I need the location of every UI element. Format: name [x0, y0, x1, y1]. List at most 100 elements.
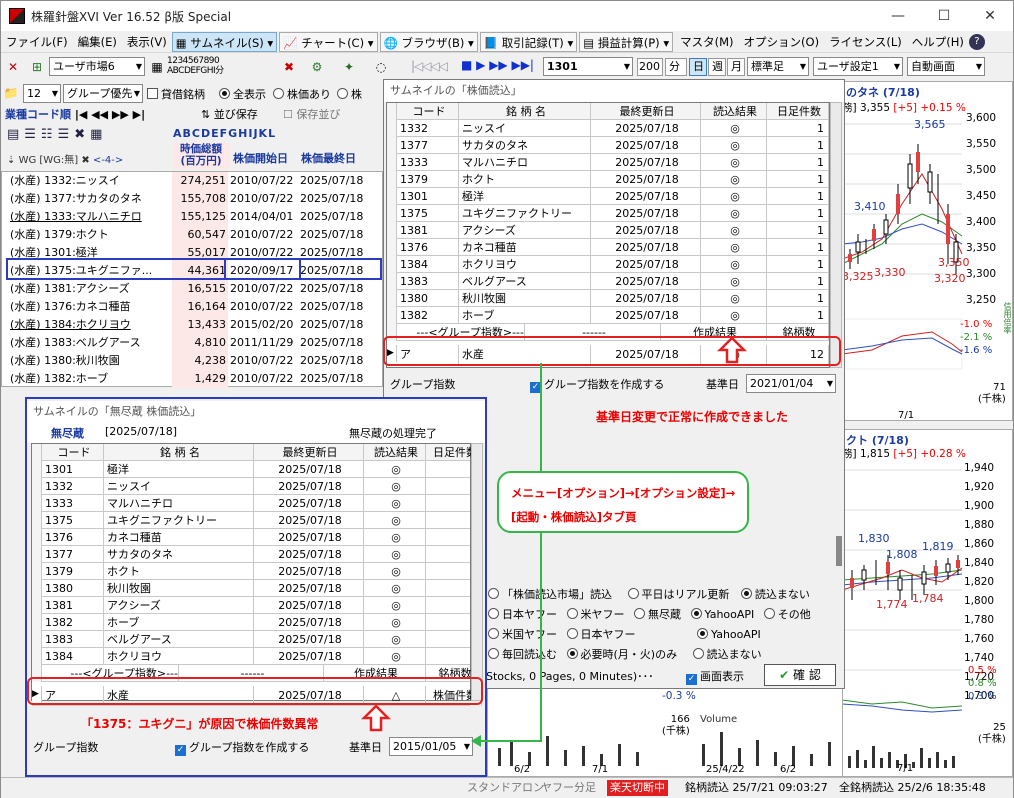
radio-stock[interactable]: 株 — [337, 86, 362, 102]
timer-icon[interactable]: ◌ — [373, 59, 389, 75]
saved-order-checkbox[interactable]: ☐ 保存並び — [283, 106, 340, 122]
code-select[interactable]: 1301 ▼ — [543, 57, 633, 76]
mujinzo-group-checkbox[interactable]: ✓ グループ指数を作成する — [175, 739, 309, 756]
menu-browser[interactable]: 🌐 ブラウザ(B) ▾ — [379, 31, 478, 52]
stock-row[interactable]: (水産) 1382:ホーブ 1,429 2010/07/22 2025/07/18 — [2, 370, 367, 388]
maximize-button[interactable]: ☐ — [921, 1, 967, 31]
col-header-end[interactable]: 株価最終日 — [301, 150, 356, 166]
grid-header[interactable]: コード銘 柄 名最終更新日 読込結果 日足件数 — [32, 444, 482, 461]
opt-r2-c-dot[interactable] — [634, 608, 645, 619]
opt-r3-c-dot[interactable] — [697, 628, 708, 639]
grid-row[interactable]: 1384ホクリヨウ2025/07/18◎1 — [387, 256, 829, 273]
period-select[interactable]: 200 — [637, 58, 663, 76]
menu-thumbnail[interactable]: ▦ サムネイル(S) ▾ — [171, 31, 278, 52]
grid-row[interactable]: 1377サカタのタネ2025/07/18◎1 — [32, 546, 482, 563]
grid-row[interactable]: 1381アクシーズ2025/07/18◎1 — [387, 222, 829, 239]
grid-row[interactable]: 1301極洋2025/07/18◎1 — [387, 188, 829, 205]
menu-help[interactable]: ヘルプ(H) — [907, 32, 969, 52]
grid-header[interactable]: コード銘 柄 名最終更新日 読込結果 日足件数 — [387, 103, 829, 120]
price-load-grid[interactable]: コード銘 柄 名最終更新日 読込結果 日足件数 1332 ニッスイ 2025/07/18 ◎… — [386, 102, 830, 368]
menu-file[interactable]: ファイル(F) — [1, 32, 73, 52]
wg-controls[interactable]: ⇣ WG [WG:無] ✖ <-4-> — [7, 151, 123, 166]
grid-row[interactable]: 1332ニッスイ2025/07/18◎1 — [32, 478, 482, 495]
menu-view[interactable]: 表示(V) — [122, 32, 172, 52]
dialog-scroll-thumb[interactable] — [836, 536, 842, 566]
group-number-select[interactable]: 12 ▼ — [23, 84, 61, 103]
grid-row[interactable]: 1383ベルグアース2025/07/18◎1 — [32, 631, 482, 648]
grid-row[interactable]: 1333マルハニチロ2025/07/18◎1 — [32, 495, 482, 512]
stock-row[interactable]: (水産) 1381:アクシーズ 16,515 2010/07/22 2025/07/1… — [2, 280, 367, 298]
chart-delete-icon[interactable]: ✖ — [281, 59, 297, 75]
tool-icon[interactable]: ⚙ — [309, 59, 325, 75]
grid-row[interactable]: 1383ベルグアース2025/07/18◎1 — [387, 273, 829, 290]
folder-icon[interactable]: 📁 — [3, 85, 19, 101]
radio-stock-dot[interactable] — [337, 88, 348, 99]
autoscreen-select[interactable]: 自動画面 ▼ — [907, 57, 985, 76]
tree-icon[interactable]: ⊞ — [29, 59, 45, 75]
week-button[interactable]: 週 — [708, 58, 726, 76]
grid-row[interactable]: 1382ホーブ2025/07/18◎1 — [32, 614, 482, 631]
opt-r2-d[interactable]: YahooAPI — [690, 608, 754, 621]
stock-row[interactable]: (水産) 1379:ホクト 60,547 2010/07/22 2025/07/18 — [2, 226, 367, 244]
grid-row[interactable]: 1379ホクト2025/07/18◎1 — [32, 563, 482, 580]
grid-row[interactable]: 1377サカタのタネ2025/07/18◎1 — [387, 137, 829, 154]
menu-master[interactable]: マスタ(M) — [675, 32, 738, 52]
sort-order-label[interactable]: 業種コード順 |◀ ◀◀ ▶▶ ▶| — [5, 106, 145, 122]
nav-arrows-icon[interactable]: |◀ ◀◀ ▶▶ ▶| — [75, 108, 145, 121]
mujinzo-grid[interactable]: コード銘 柄 名最終更新日読込結果日足件数1301極洋2025/07/18◎11… — [31, 443, 482, 706]
price-load-scrollbar[interactable] — [830, 102, 842, 368]
stock-row[interactable]: (水産) 1333:マルハニチロ 155,125 2014/04/01 2025/07… — [2, 208, 367, 226]
grid-row[interactable]: 1380秋川牧園2025/07/18◎1 — [387, 290, 829, 307]
opt-r2-d-dot[interactable] — [690, 608, 702, 619]
chart-bottom[interactable]: クト (7/18) 務] 1,815 [+5] +0.28 % 1,940 1,9… — [841, 429, 1013, 777]
list-tool-icons[interactable]: ▤☰☷☰✖▦ — [7, 127, 107, 142]
opt-r1-c-dot[interactable] — [740, 588, 752, 599]
opt-r2-e[interactable]: その他 — [763, 608, 811, 621]
opt-r2-e-dot[interactable] — [763, 608, 775, 619]
userset-select[interactable]: ユーザ設定1 ▼ — [813, 57, 903, 76]
opt-r1-b[interactable]: 平日はリアル更新 — [627, 588, 729, 601]
base-date-select[interactable]: 2021/01/04 ▼ — [746, 374, 836, 393]
radio-price-dot[interactable] — [273, 88, 284, 99]
grid-row[interactable]: 1301極洋2025/07/18◎1 — [32, 461, 482, 478]
opt-r4-b[interactable]: 必要時(月・火)のみ — [566, 648, 677, 661]
opt-r4-c[interactable]: 読込まない — [692, 648, 762, 661]
stock-icon[interactable]: ✦ — [341, 59, 357, 75]
lend-checkbox[interactable]: 貸借銘柄 — [147, 86, 205, 102]
opt-r2-c[interactable]: 無尽蔵 — [634, 608, 681, 621]
menu-edit[interactable]: 編集(E) — [73, 32, 122, 52]
step-left-icons[interactable]: |◁◁◁◁ — [411, 59, 448, 73]
radio-all[interactable]: 全表示 — [219, 86, 266, 102]
minimize-button[interactable]: — — [875, 1, 921, 31]
stock-row[interactable]: (水産) 1376:カネコ種苗 16,164 2010/07/22 2025/07/1… — [2, 298, 367, 316]
menu-pnl[interactable]: ▤ 損益計算(P) ▾ — [579, 31, 674, 52]
stock-row[interactable]: (水産) 1383:ベルグアース 4,810 2011/11/29 2025/07/1… — [2, 334, 367, 352]
opt-r4-c-dot[interactable] — [692, 648, 704, 659]
menu-chart[interactable]: 📈 チャート(C) ▾ — [279, 31, 378, 52]
menu-option[interactable]: オプション(O) — [739, 32, 825, 52]
col-header-cap[interactable]: 時価総額 (百万円) — [173, 143, 229, 169]
grid-row[interactable]: 1333マルハニチロ2025/07/18◎1 — [387, 154, 829, 171]
stock-row[interactable]: (水産) 1380:秋川牧園 4,238 2010/07/22 2025/07/18 — [2, 352, 367, 370]
opt-r1-c[interactable]: 読込まない — [740, 588, 810, 601]
standard-select[interactable]: 標準足 ▼ — [747, 57, 809, 76]
grid-row[interactable]: 1376カネコ種苗2025/07/18◎1 — [32, 529, 482, 546]
screen-display-checkbox[interactable]: ✓ 画面表示 — [686, 668, 744, 685]
menu-trade[interactable]: 📘 取引記録(T) ▾ — [479, 31, 578, 52]
stock-row[interactable]: (水産) 1384:ホクリヨウ 13,433 2015/02/20 2025/07/1… — [2, 316, 367, 334]
grid-row[interactable]: 1384ホクリヨウ2025/07/18◎1 — [32, 648, 482, 665]
grid-row[interactable]: 1375ユキグニファクトリー2025/07/18◎1 — [32, 512, 482, 529]
grid-row[interactable]: 1376カネコ種苗2025/07/18◎1 — [387, 239, 829, 256]
screen-display-check-mark[interactable]: ✓ — [686, 674, 697, 685]
playback-controls[interactable]: ■ ▶ ▶▶ ▶▶| — [461, 58, 534, 72]
grid-row[interactable]: 1382ホーブ2025/07/18◎1 — [387, 307, 829, 324]
month-button[interactable]: 月 — [727, 58, 745, 76]
chart-top[interactable]: のタネ (7/18) 務] 3,355 [+5] +0.15 % 3,600 3,… — [841, 81, 1013, 421]
mujinzo-group-check-mark[interactable]: ✓ — [175, 745, 186, 756]
group-pref-select[interactable]: グループ優先 ▼ — [63, 84, 143, 103]
day-button[interactable]: 日 — [689, 58, 707, 76]
lend-checkbox-box[interactable] — [147, 88, 158, 99]
minute-button[interactable]: 分 — [665, 58, 687, 76]
grid-row[interactable]: 1332ニッスイ2025/07/18◎1 — [387, 120, 829, 137]
col-header-start[interactable]: 株価開始日 — [233, 150, 288, 166]
